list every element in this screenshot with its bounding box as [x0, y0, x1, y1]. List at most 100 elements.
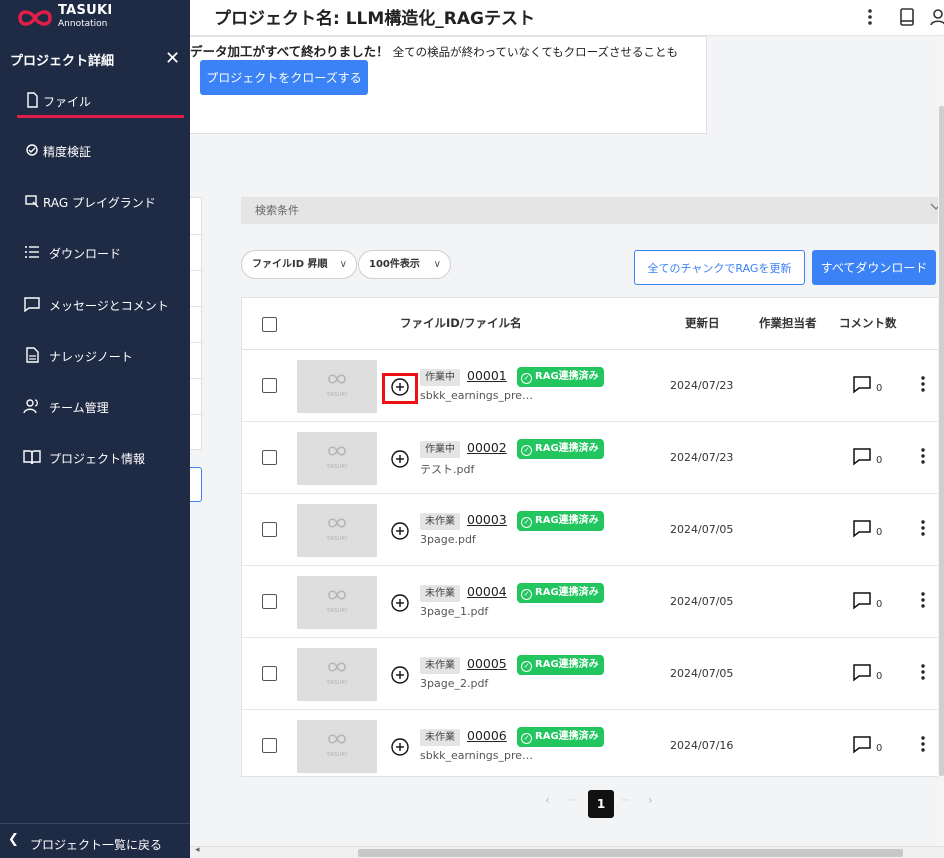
pagination-ellipsis: ···: [621, 796, 630, 806]
sidebar-item-label: 精度検証: [43, 145, 92, 159]
comment-count: 0: [876, 527, 883, 538]
row-checkbox[interactable]: [262, 378, 277, 393]
add-circle-icon[interactable]: [390, 521, 410, 541]
file-id-link[interactable]: 00006: [467, 728, 507, 743]
comment-icon[interactable]: [852, 374, 872, 394]
sidebar-heading: プロジェクト詳細: [10, 54, 115, 69]
add-circle-icon[interactable]: [390, 737, 410, 757]
row-menu-icon[interactable]: [918, 447, 928, 469]
comment-count: 0: [876, 383, 883, 394]
row-checkbox[interactable]: [262, 666, 277, 681]
scrollbar-thumb[interactable]: [939, 106, 944, 776]
row-checkbox[interactable]: [262, 450, 277, 465]
file-id-link[interactable]: 00003: [467, 512, 507, 527]
sidebar-item-download[interactable]: ダウンロード: [17, 236, 184, 270]
message-icon: [23, 295, 41, 313]
file-thumbnail[interactable]: TASUKI: [297, 432, 377, 485]
user-account-icon[interactable]: [928, 6, 944, 28]
file-thumbnail[interactable]: TASUKI: [297, 720, 377, 773]
rag-badge-label: RAG連携済み: [535, 515, 599, 526]
download-all-button[interactable]: すべてダウンロード: [812, 250, 936, 285]
rag-update-all-button[interactable]: 全てのチャンクでRAGを更新: [634, 250, 805, 285]
top-bar: プロジェクト名: LLM構造化_RAGテスト: [190, 0, 944, 36]
comment-icon[interactable]: [852, 590, 872, 610]
sidebar-item-team[interactable]: チーム管理: [17, 390, 184, 424]
file-table: ファイルID/ファイル名 更新日 作業担当者 コメント数 TASUKI 作業中 00…: [241, 297, 944, 777]
row-checkbox[interactable]: [262, 522, 277, 537]
horizontal-scrollbar[interactable]: ◂: [190, 845, 944, 858]
vertical-scrollbar[interactable]: [938, 36, 944, 846]
file-thumbnail[interactable]: TASUKI: [297, 504, 377, 557]
file-name: 3page_2.pdf: [420, 677, 489, 690]
search-conditions-toggle[interactable]: 検索条件: [241, 197, 944, 224]
accuracy-icon: [23, 141, 41, 159]
table-row[interactable]: TASUKI 未作業 00004 ✓ RAG連携済み 3page_1.pdf 2024/07…: [242, 566, 944, 638]
sidebar-item-rag-playground[interactable]: RAG プレイグランド: [17, 185, 184, 219]
comment-icon[interactable]: [852, 518, 872, 538]
add-circle-icon[interactable]: [390, 593, 410, 613]
thumbnail-label: TASUKI: [326, 536, 348, 542]
table-row[interactable]: TASUKI 作業中 00002 ✓ RAG連携済み テスト.pdf 2024/07/23 0: [242, 422, 944, 494]
more-vert-icon[interactable]: [860, 6, 880, 28]
thumbnail-label: TASUKI: [326, 464, 348, 470]
select-all-checkbox[interactable]: [262, 317, 277, 332]
file-id-link[interactable]: 00001: [467, 368, 507, 383]
sidebar: TASUKI Annotation プロジェクト詳細 ✕ ファイル 精度検証 R…: [0, 0, 190, 858]
column-header-assignee: 作業担当者: [759, 316, 817, 330]
file-id-link[interactable]: 00002: [467, 440, 507, 455]
row-checkbox[interactable]: [262, 738, 277, 753]
rag-badge-label: RAG連携済み: [535, 731, 599, 742]
sidebar-item-knowledge-note[interactable]: ナレッジノート: [17, 339, 184, 373]
page-button-current[interactable]: 1: [588, 790, 614, 818]
sidebar-item-files[interactable]: ファイル: [17, 84, 184, 118]
manual-book-icon[interactable]: [897, 6, 917, 28]
table-row[interactable]: TASUKI 未作業 00003 ✓ RAG連携済み 3page.pdf 2024/07/0…: [242, 494, 944, 566]
row-menu-icon[interactable]: [918, 519, 928, 541]
comment-icon[interactable]: [852, 734, 872, 754]
rag-status-badge: ✓ RAG連携済み: [517, 439, 604, 459]
rag-badge-label: RAG連携済み: [535, 371, 599, 382]
page-size-select[interactable]: 100件表示 ∨: [358, 250, 451, 279]
next-page-icon[interactable]: ›: [648, 793, 653, 807]
comment-icon[interactable]: [852, 446, 872, 466]
file-thumbnail[interactable]: TASUKI: [297, 648, 377, 701]
file-id-link[interactable]: 00004: [467, 584, 507, 599]
sidebar-item-label: ファイル: [43, 95, 92, 109]
tasuki-logo-icon: [328, 662, 346, 672]
sidebar-item-label: ナレッジノート: [49, 350, 133, 364]
row-checkbox[interactable]: [262, 594, 277, 609]
table-row[interactable]: TASUKI 未作業 00005 ✓ RAG連携済み 3page_2.pdf 2024/07…: [242, 638, 944, 710]
comment-icon[interactable]: [852, 662, 872, 682]
check-circle-icon: ✓: [521, 517, 532, 528]
scroll-left-icon[interactable]: ◂: [195, 845, 200, 855]
close-project-button[interactable]: プロジェクトをクローズする: [200, 60, 368, 95]
row-menu-icon[interactable]: [918, 375, 928, 397]
row-menu-icon[interactable]: [918, 591, 928, 613]
row-menu-icon[interactable]: [918, 663, 928, 685]
close-icon[interactable]: ✕: [165, 48, 180, 69]
comment-count: 0: [876, 599, 883, 610]
sidebar-item-project-info[interactable]: プロジェクト情報: [17, 441, 184, 475]
prev-page-icon[interactable]: ‹: [545, 793, 550, 807]
logo[interactable]: TASUKI Annotation: [0, 0, 190, 36]
rag-status-badge: ✓ RAG連携済み: [517, 511, 604, 531]
file-thumbnail[interactable]: TASUKI: [297, 576, 377, 629]
notice-lead: データ加工がすべて終わりました！: [190, 44, 389, 59]
add-circle-icon[interactable]: [390, 377, 410, 397]
row-menu-icon[interactable]: [918, 735, 928, 757]
table-row[interactable]: TASUKI 未作業 00006 ✓ RAG連携済み sbkk_earnings_pre……: [242, 710, 944, 776]
tasuki-logo-icon: [328, 734, 346, 744]
scrollbar-thumb[interactable]: [358, 849, 903, 857]
status-badge: 作業中: [420, 441, 460, 458]
sort-select[interactable]: ファイルID 昇順 ∨: [241, 250, 357, 279]
comment-count: 0: [876, 455, 883, 466]
file-id-link[interactable]: 00005: [467, 656, 507, 671]
tasuki-logo-icon: [328, 446, 346, 456]
add-circle-icon[interactable]: [390, 665, 410, 685]
sidebar-item-messages[interactable]: メッセージとコメント: [17, 288, 184, 322]
file-thumbnail[interactable]: TASUKI: [297, 360, 377, 413]
back-to-projects-link[interactable]: ❮ プロジェクト一覧に戻る: [0, 823, 190, 858]
sidebar-item-accuracy[interactable]: 精度検証: [17, 134, 184, 168]
table-row[interactable]: TASUKI 作業中 00001 ✓ RAG連携済み sbkk_earnings_pre……: [242, 350, 944, 422]
add-circle-icon[interactable]: [390, 449, 410, 469]
